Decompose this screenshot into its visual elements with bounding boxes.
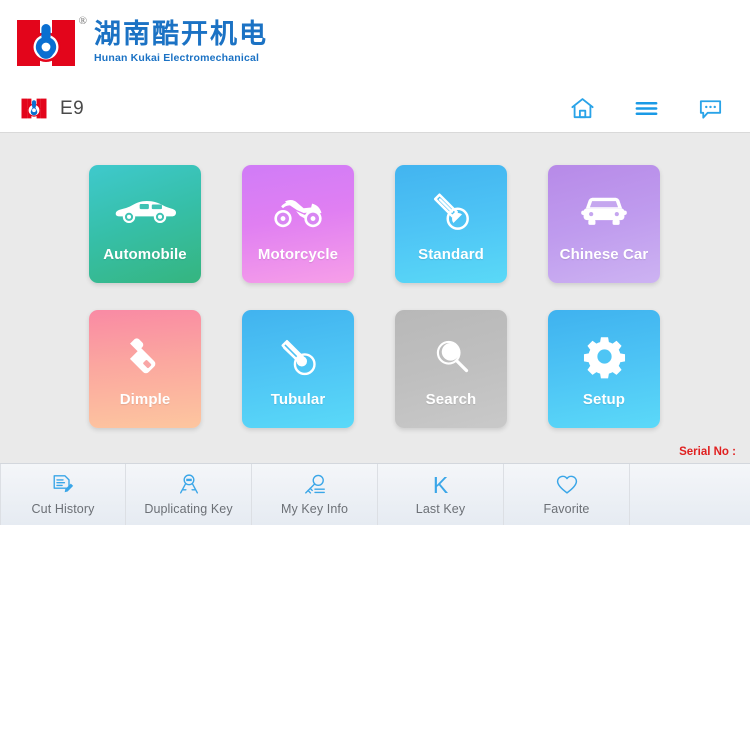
bottom-item-last-key[interactable]: K Last Key xyxy=(378,464,504,525)
tile-dimple[interactable]: Dimple xyxy=(89,310,201,428)
tile-label: Chinese Car xyxy=(560,246,649,263)
bottom-item-cut-history[interactable]: Cut History xyxy=(0,464,126,525)
bottom-item-label: Duplicating Key xyxy=(144,502,232,516)
tile-setup[interactable]: Setup xyxy=(548,310,660,428)
registered-mark: ® xyxy=(79,15,87,27)
brand-text-block: 湖南酷开机电 Hunan Kukai Electromechanical xyxy=(94,21,268,64)
tile-label: Motorcycle xyxy=(258,246,338,263)
app-header: E9 xyxy=(0,85,750,133)
app-header-actions xyxy=(569,95,724,122)
bottom-item-favorite[interactable]: Favorite xyxy=(504,464,630,525)
motorcycle-icon xyxy=(268,186,328,238)
brand-chinese-name: 湖南酷开机电 xyxy=(94,21,268,49)
tile-label: Standard xyxy=(418,246,484,263)
tile-standard[interactable]: Standard xyxy=(395,165,507,283)
main-tile-area: Automobile Motorcycle xyxy=(0,133,750,463)
tile-chinese-car[interactable]: Chinese Car xyxy=(548,165,660,283)
tile-search[interactable]: Search xyxy=(395,310,507,428)
my-key-info-icon xyxy=(303,473,327,497)
bottom-item-duplicating-key[interactable]: Duplicating Key xyxy=(126,464,252,525)
car-front-icon xyxy=(579,186,629,238)
car-side-icon xyxy=(114,186,176,238)
tile-tubular[interactable]: Tubular xyxy=(242,310,354,428)
device-model-label: E9 xyxy=(60,98,84,120)
cut-history-icon xyxy=(51,473,75,497)
heart-icon xyxy=(555,473,579,497)
magnifier-icon xyxy=(429,331,474,383)
page-footer xyxy=(0,525,750,703)
tile-label: Search xyxy=(426,391,477,408)
kukai-logo-icon: ® xyxy=(14,14,78,72)
tile-automobile[interactable]: Automobile xyxy=(89,165,201,283)
bottom-item-label: Favorite xyxy=(544,502,590,516)
gear-icon xyxy=(582,331,627,383)
bottom-toolbar: Cut History Duplicating Key xyxy=(0,463,750,525)
brand-english-name: Hunan Kukai Electromechanical xyxy=(94,52,268,64)
standard-key-icon xyxy=(428,186,474,238)
tile-label: Automobile xyxy=(103,246,187,263)
last-key-icon: K xyxy=(433,473,448,497)
serial-number-row: Serial No : xyxy=(679,446,736,458)
home-icon[interactable] xyxy=(569,95,596,122)
tile-grid: Automobile Motorcycle xyxy=(89,165,661,428)
tile-label: Dimple xyxy=(120,391,171,408)
bottom-item-label: Last Key xyxy=(416,502,465,516)
tile-motorcycle[interactable]: Motorcycle xyxy=(242,165,354,283)
bottom-item-label: Cut History xyxy=(32,502,95,516)
tile-label: Tubular xyxy=(271,391,326,408)
bottom-toolbar-spacer xyxy=(630,464,750,525)
bottom-item-label: My Key Info xyxy=(281,502,348,516)
kukai-logo-icon xyxy=(20,96,48,121)
brand-banner: ® 湖南酷开机电 Hunan Kukai Electromechanical xyxy=(0,0,750,85)
bottom-item-my-key-info[interactable]: My Key Info xyxy=(252,464,378,525)
menu-icon[interactable] xyxy=(633,95,660,122)
app-header-left: E9 xyxy=(20,96,84,121)
serial-number-label: Serial No : xyxy=(679,446,736,458)
tile-label: Setup xyxy=(583,391,625,408)
tubular-key-icon xyxy=(275,331,321,383)
duplicating-key-icon xyxy=(177,473,201,497)
chat-icon[interactable] xyxy=(697,95,724,122)
dimple-key-icon xyxy=(122,331,168,383)
